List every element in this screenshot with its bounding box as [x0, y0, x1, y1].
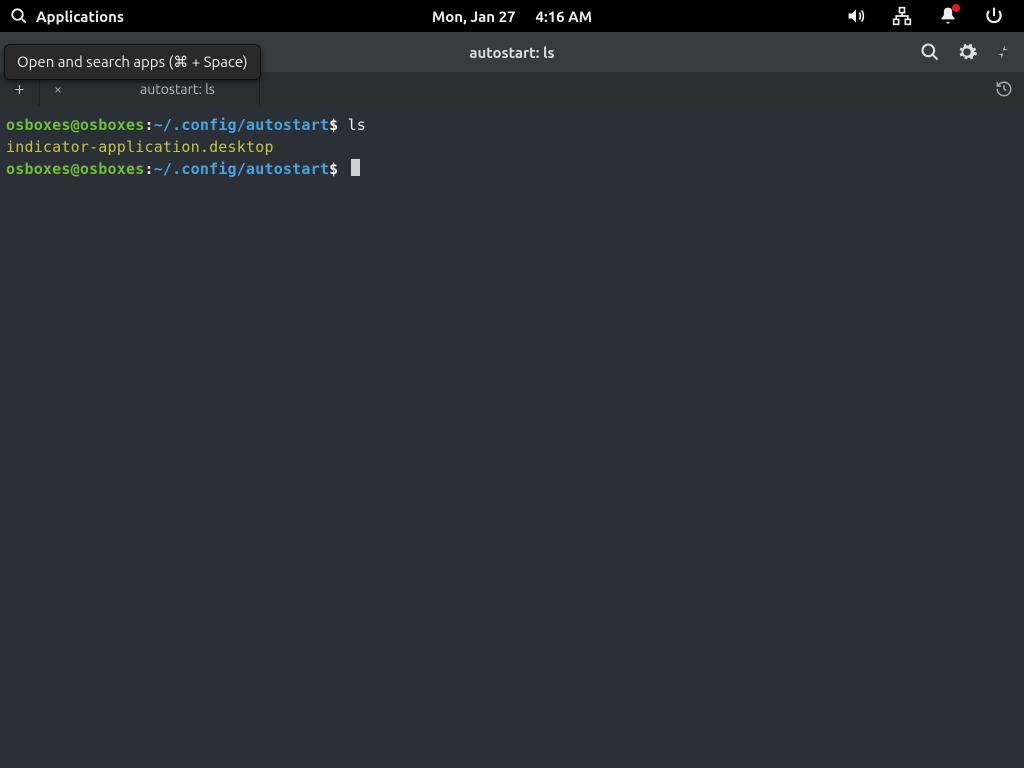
system-top-bar: Applications Mon, Jan 27 4:16 AM	[0, 0, 1024, 32]
prompt-user: osboxes@osboxes	[6, 116, 144, 134]
settings-icon[interactable]	[956, 41, 978, 63]
minimize-icon[interactable]	[994, 43, 1012, 61]
tab-spacer	[260, 72, 984, 106]
notification-dot	[952, 4, 960, 12]
window-title: autostart: ls	[469, 44, 554, 61]
volume-icon[interactable]	[846, 6, 866, 26]
search-icon	[10, 7, 28, 25]
prompt-sep: :	[144, 116, 153, 134]
tab-label: autostart: ls	[108, 81, 247, 97]
terminal-cursor	[351, 159, 360, 176]
clock-time[interactable]: 4:16 AM	[536, 8, 593, 25]
window-search-icon[interactable]	[920, 42, 940, 62]
plus-icon: +	[14, 79, 24, 99]
applications-tooltip: Open and search apps (⌘ + Space)	[4, 44, 261, 80]
network-icon[interactable]	[892, 6, 912, 26]
terminal-line: osboxes@osboxes:~/.config/autostart$	[6, 158, 1018, 180]
power-icon[interactable]	[984, 6, 1004, 26]
command-text: ls	[348, 116, 366, 134]
applications-menu[interactable]: Applications	[10, 7, 124, 25]
tab-close-icon[interactable]: ×	[54, 81, 62, 97]
notifications-icon[interactable]	[938, 6, 958, 26]
prompt-path: ~/.config/autostart	[154, 160, 329, 178]
prompt-user: osboxes@osboxes	[6, 160, 144, 178]
output-text: indicator-application.desktop	[6, 138, 274, 156]
history-button[interactable]	[984, 72, 1024, 106]
terminal-body[interactable]: osboxes@osboxes:~/.config/autostart$ ls …	[0, 106, 1024, 768]
prompt-symbol: $	[329, 116, 338, 134]
prompt-symbol: $	[329, 160, 338, 178]
prompt-path: ~/.config/autostart	[154, 116, 329, 134]
prompt-sep: :	[144, 160, 153, 178]
clock-date[interactable]: Mon, Jan 27	[432, 8, 516, 25]
tooltip-text: Open and search apps (⌘ + Space)	[17, 53, 248, 70]
terminal-line: indicator-application.desktop	[6, 136, 1018, 158]
terminal-line: osboxes@osboxes:~/.config/autostart$ ls	[6, 114, 1018, 136]
applications-label: Applications	[36, 8, 124, 25]
